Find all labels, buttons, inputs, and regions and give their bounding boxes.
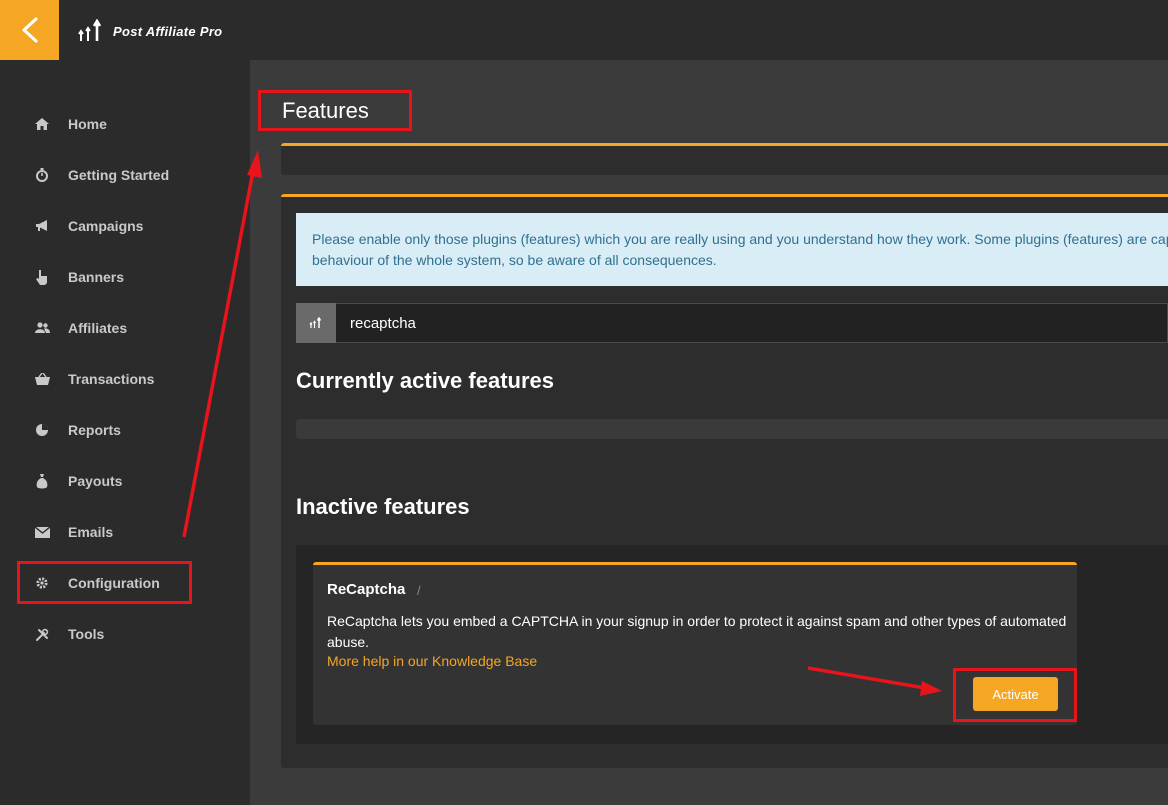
money-bag-icon [34, 473, 50, 489]
sidebar-item-banners[interactable]: Banners [34, 266, 124, 288]
pointer-hand-icon [34, 269, 50, 285]
sidebar-item-reports[interactable]: Reports [34, 419, 121, 441]
toolbar-panel [281, 143, 1168, 175]
active-features-heading: Currently active features [296, 368, 554, 393]
logo-arrows-icon [309, 317, 322, 328]
users-icon [34, 320, 50, 336]
gear-icon [34, 575, 50, 591]
sidebar-item-label: Campaigns [68, 218, 144, 234]
feature-search [296, 303, 1168, 343]
search-addon [296, 303, 336, 343]
envelope-icon [34, 524, 50, 540]
brand: Post Affiliate Pro [78, 18, 222, 44]
pie-chart-icon [34, 422, 50, 438]
sidebar-item-label: Home [68, 116, 107, 132]
feature-description: ReCaptcha lets you embed a CAPTCHA in yo… [327, 613, 1067, 650]
stopwatch-icon [34, 167, 50, 183]
page-title: Features [282, 98, 369, 123]
inactive-features-heading: Inactive features [296, 494, 470, 519]
tools-icon [34, 626, 50, 642]
top-bar: Post Affiliate Pro [0, 0, 1168, 60]
feature-title-separator: / [417, 583, 421, 598]
sidebar-item-label: Payouts [68, 473, 123, 489]
sidebar-item-tools[interactable]: Tools [34, 623, 104, 645]
sidebar-item-label: Transactions [68, 371, 155, 387]
megaphone-icon [34, 218, 50, 234]
sidebar-item-label: Emails [68, 524, 114, 540]
logo-arrows-icon [78, 19, 102, 41]
sidebar-item-campaigns[interactable]: Campaigns [34, 215, 143, 237]
feature-title: ReCaptcha [327, 581, 406, 598]
home-icon [34, 116, 50, 132]
search-input[interactable] [336, 303, 1168, 343]
sidebar-item-payouts[interactable]: Payouts [34, 470, 122, 492]
info-alert-text: Please enable only those plugins (featur… [312, 231, 1168, 268]
sidebar-item-label: Configuration [68, 575, 160, 591]
sidebar-item-getting-started[interactable]: Getting Started [34, 164, 169, 186]
activate-button[interactable]: Activate [973, 677, 1058, 711]
sidebar-item-label: Getting Started [68, 167, 170, 183]
sidebar-item-transactions[interactable]: Transactions [34, 368, 154, 390]
basket-icon [34, 371, 50, 387]
sidebar-item-home[interactable]: Home [34, 113, 107, 135]
sidebar-item-label: Reports [68, 422, 121, 438]
chevron-left-icon [21, 17, 38, 43]
sidebar-item-emails[interactable]: Emails [34, 521, 113, 543]
sidebar-item-label: Banners [68, 269, 125, 285]
active-features-list [296, 419, 1168, 439]
brand-name: Post Affiliate Pro [113, 23, 223, 39]
feature-card-recaptcha: ReCaptcha / ReCaptcha lets you embed a C… [313, 562, 1077, 725]
info-alert: Please enable only those plugins (featur… [296, 213, 1168, 286]
back-button[interactable] [0, 0, 59, 60]
sidebar-item-label: Affiliates [68, 320, 128, 336]
knowledge-base-link[interactable]: More help in our Knowledge Base [327, 653, 537, 669]
sidebar-item-configuration[interactable]: Configuration [34, 572, 160, 594]
sidebar-item-affiliates[interactable]: Affiliates [34, 317, 127, 339]
sidebar-item-label: Tools [68, 626, 105, 642]
